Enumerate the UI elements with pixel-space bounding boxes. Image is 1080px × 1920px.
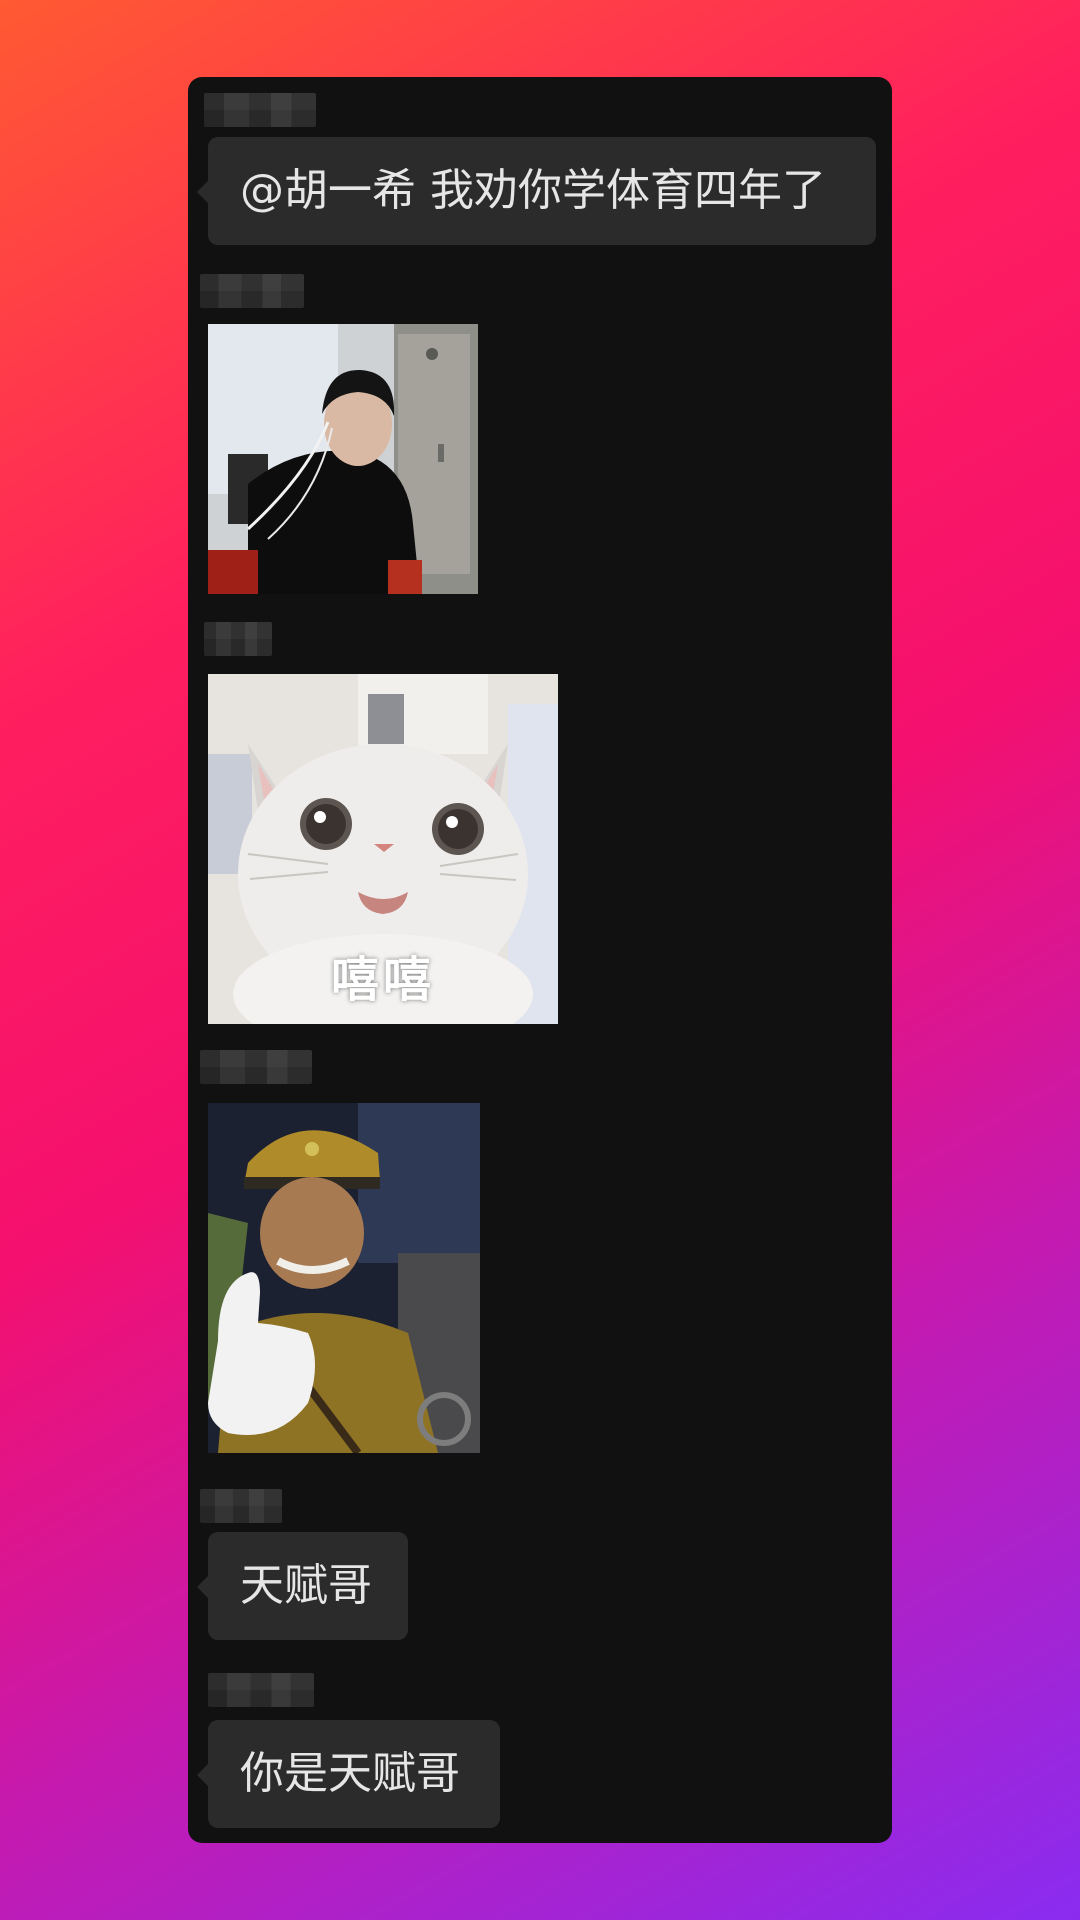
sticker-image	[208, 324, 478, 594]
message-text: 天赋哥	[240, 1560, 372, 1611]
sender-name-blurred	[200, 274, 304, 308]
message-bubble[interactable]: @胡一希 我劝你学体育四年了	[197, 137, 876, 245]
message-bubble[interactable]: 你是天赋哥	[197, 1720, 500, 1828]
thumbs-up-soldier-sticker[interactable]	[208, 1103, 480, 1453]
message-text: 你是天赋哥	[240, 1748, 460, 1799]
sender-name-blurred	[204, 93, 316, 127]
message-text: @胡一希 我劝你学体育四年了	[240, 165, 826, 216]
message-bubble[interactable]: 天赋哥	[197, 1532, 408, 1640]
sender-name-blurred	[204, 622, 272, 656]
person-headphones-sticker[interactable]	[208, 324, 478, 594]
sender-name-blurred	[200, 1050, 312, 1084]
sender-name-blurred	[200, 1489, 282, 1523]
sender-name-blurred	[208, 1673, 314, 1707]
sticker-image	[208, 1103, 480, 1453]
sticker-caption: 嘻嘻	[330, 952, 435, 1008]
chat-window[interactable]: @胡一希 我劝你学体育四年了 嘻嘻 天赋哥 你是天赋哥	[188, 77, 892, 1843]
cat-sticker[interactable]: 嘻嘻	[208, 674, 558, 1024]
